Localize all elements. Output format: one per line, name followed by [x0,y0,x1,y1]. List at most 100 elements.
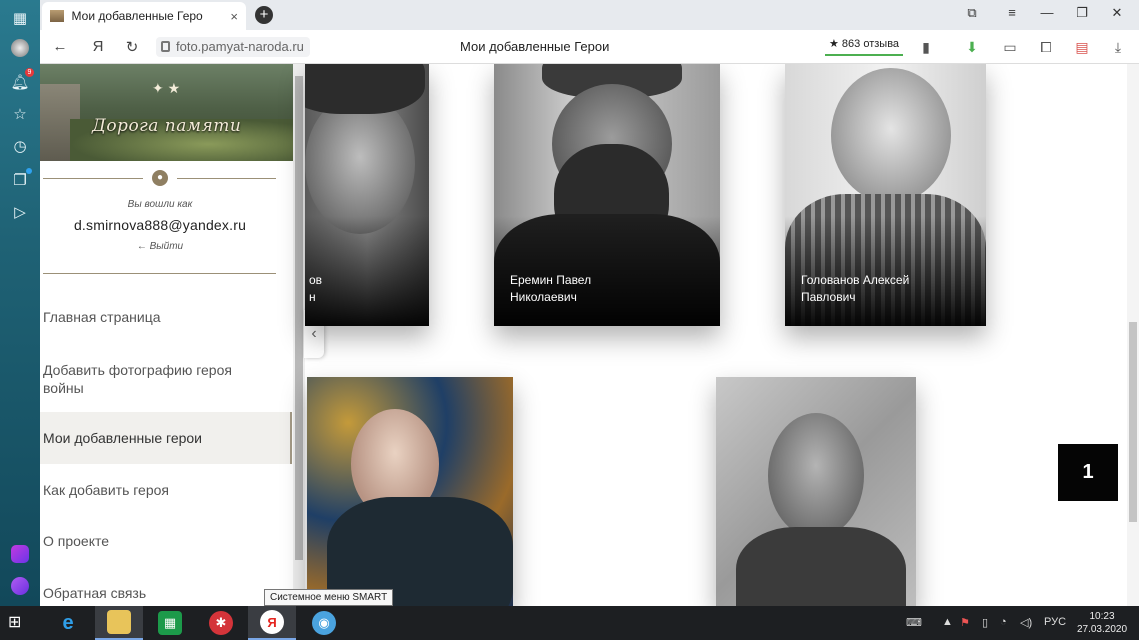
collections-icon[interactable]: ❐ [8,168,32,192]
tray-volume-icon[interactable]: ◁) [1020,616,1032,629]
menu-item-about[interactable]: О проекте [40,524,292,558]
ie-icon: e [62,611,74,634]
card-shade [305,216,429,326]
windows-start-icon[interactable]: ⊞ [8,614,26,632]
tabs-list-icon[interactable]: ⧉ [961,5,983,21]
clock-time: 10:23 [1089,611,1115,622]
menu-item-home[interactable]: Главная страница [40,300,292,334]
hero-name-line2: н [309,290,316,304]
menu-item-my-heroes[interactable]: Мои добавленные герои [40,412,292,464]
star-icon[interactable]: ☆ [8,102,32,126]
minimize-icon[interactable]: — [1036,5,1058,20]
new-tab-button[interactable]: + [255,6,273,24]
tray-wifi-icon[interactable]: ◔ [1000,616,1007,628]
clock-date: 27.03.2020 [1076,624,1128,635]
translate-icon[interactable]: ⧠ [1036,37,1056,57]
card-shade [785,216,986,326]
page-viewport: ✦ ★ Дорога памяти ● Вы вошли как d.smirn… [40,64,1139,606]
avatar[interactable] [8,36,32,60]
tab-close-icon[interactable]: × [230,9,238,24]
page-title: Мои добавленные Герои [460,39,610,54]
close-window-icon[interactable]: ✕ [1106,5,1128,21]
page-scroll-thumb[interactable] [1129,322,1137,522]
bell-icon[interactable]: 🔔︎ 9 [8,68,34,94]
screen: ▦ 🔔︎ 9 ☆ ◷ ❐ ▷ Мои добавленные Геро × + ⧉… [0,0,1139,640]
tray-network-alert-icon[interactable]: ⚑ [960,616,970,629]
url-field[interactable]: foto.pamyat-naroda.ru [156,37,310,57]
yandex-browser-icon: Я [260,610,284,634]
taskbar-smart[interactable]: ✱ [197,606,245,640]
clock[interactable]: 10:23 27.03.2020 [1074,610,1130,636]
menu-item-feedback[interactable]: Обратная связь [40,576,292,606]
reviews-badge[interactable]: ★ 863 отзыва [825,36,904,56]
new-dot [26,168,32,174]
menu-item-how-to-add[interactable]: Как добавить героя [40,473,292,507]
hero-card[interactable]: ов н [305,64,429,326]
grid-icon[interactable]: ▦ [8,6,32,30]
user-icon: ● [152,170,168,186]
hero-cap [305,64,425,114]
user-email: d.smirnova888@yandex.ru [73,217,247,233]
hero-card[interactable]: Еремин Павел Николаевич [494,64,720,326]
hero-photo [768,413,864,538]
restore-icon[interactable]: ❐ [1071,5,1093,21]
downloads-icon[interactable]: ⤓ [1108,37,1128,57]
taskbar-ie[interactable]: e [44,606,92,640]
card-shade [494,216,720,326]
camera-icon: ◉ [312,611,336,635]
taskbar-explorer[interactable] [95,606,143,640]
stars-birds-icon: ✦ ★ [152,80,181,96]
tray-battery-icon[interactable]: ▯ [982,616,988,629]
bookmark-icon[interactable]: ▮ [916,37,936,57]
menu-icon[interactable]: ≡ [1001,5,1023,20]
logged-in-label: Вы вошли как [127,199,193,210]
hero-name: ов н [309,272,322,306]
menu-item-add-photo[interactable]: Добавить фотографию героя войны [40,356,250,402]
browser-sidebar: ▦ 🔔︎ 9 ☆ ◷ ❐ ▷ [0,0,40,606]
yandex-logo-icon[interactable]: Я [88,38,108,55]
hero-card[interactable]: Голованов Алексей Павлович [785,64,986,326]
pdf-icon[interactable]: ▤ [1072,37,1092,57]
battery-icon[interactable]: ▭ [1000,37,1020,57]
hero-name-line2: Павлович [801,290,856,304]
logout-link[interactable]: ← Выйти [40,241,280,252]
hero-name: Еремин Павел Николаевич [510,272,591,306]
page-scrollbar[interactable] [1127,64,1139,606]
taskbar-camera[interactable]: ◉ [300,606,348,640]
smart-icon: ✱ [209,611,233,635]
hero-name-line1: ов [309,273,323,287]
site-sidebar: ✦ ★ Дорога памяти ● Вы вошли как d.smirn… [40,64,293,606]
keyboard-icon[interactable]: ⌨ [906,616,922,629]
alice-icon[interactable] [8,574,32,598]
hero-card[interactable] [307,377,513,606]
tab-bar: Мои добавленные Геро × + ⧉ ≡ — ❐ ✕ [40,0,1139,30]
taskbar-yandex[interactable]: Я [248,606,296,640]
back-icon[interactable]: ← [50,38,70,55]
notification-badge: 9 [25,68,34,77]
history-icon[interactable]: ◷ [8,134,32,158]
lock-icon [161,41,170,52]
taskbar-store[interactable]: ▦ [146,606,194,640]
favicon-icon [50,10,64,22]
hero-name-line1: Еремин Павел [510,273,592,287]
reload-icon[interactable]: ↻ [122,38,142,56]
play-icon[interactable]: ▷ [8,200,32,224]
tab-active[interactable]: Мои добавленные Геро × [42,2,246,30]
divider-menu [43,273,276,274]
download-arrow-icon[interactable]: ⬇ [962,37,982,57]
site-banner[interactable]: ✦ ★ Дорога памяти [40,64,293,161]
hero-name: Голованов Алексей Павлович [801,272,909,306]
messenger-icon[interactable] [8,542,32,566]
sidebar-scroll-thumb[interactable] [295,76,303,560]
language-indicator[interactable]: РУС [1044,616,1066,628]
hero-card[interactable] [716,377,916,606]
tab-title: Мои добавленные Геро [71,9,203,23]
address-bar: ← Я ↻ foto.pamyat-naroda.ru Мои добавлен… [40,30,1139,64]
divider-right [177,178,276,179]
site-logo: Дорога памяти [92,116,242,136]
hero-photo [305,94,415,234]
hero-name-line1: Голованов Алексей [801,273,910,287]
tray-expand-icon[interactable]: ▲ [942,616,953,628]
up-badge-icon[interactable]: 1 [1058,444,1118,501]
hero-photo [831,68,951,203]
